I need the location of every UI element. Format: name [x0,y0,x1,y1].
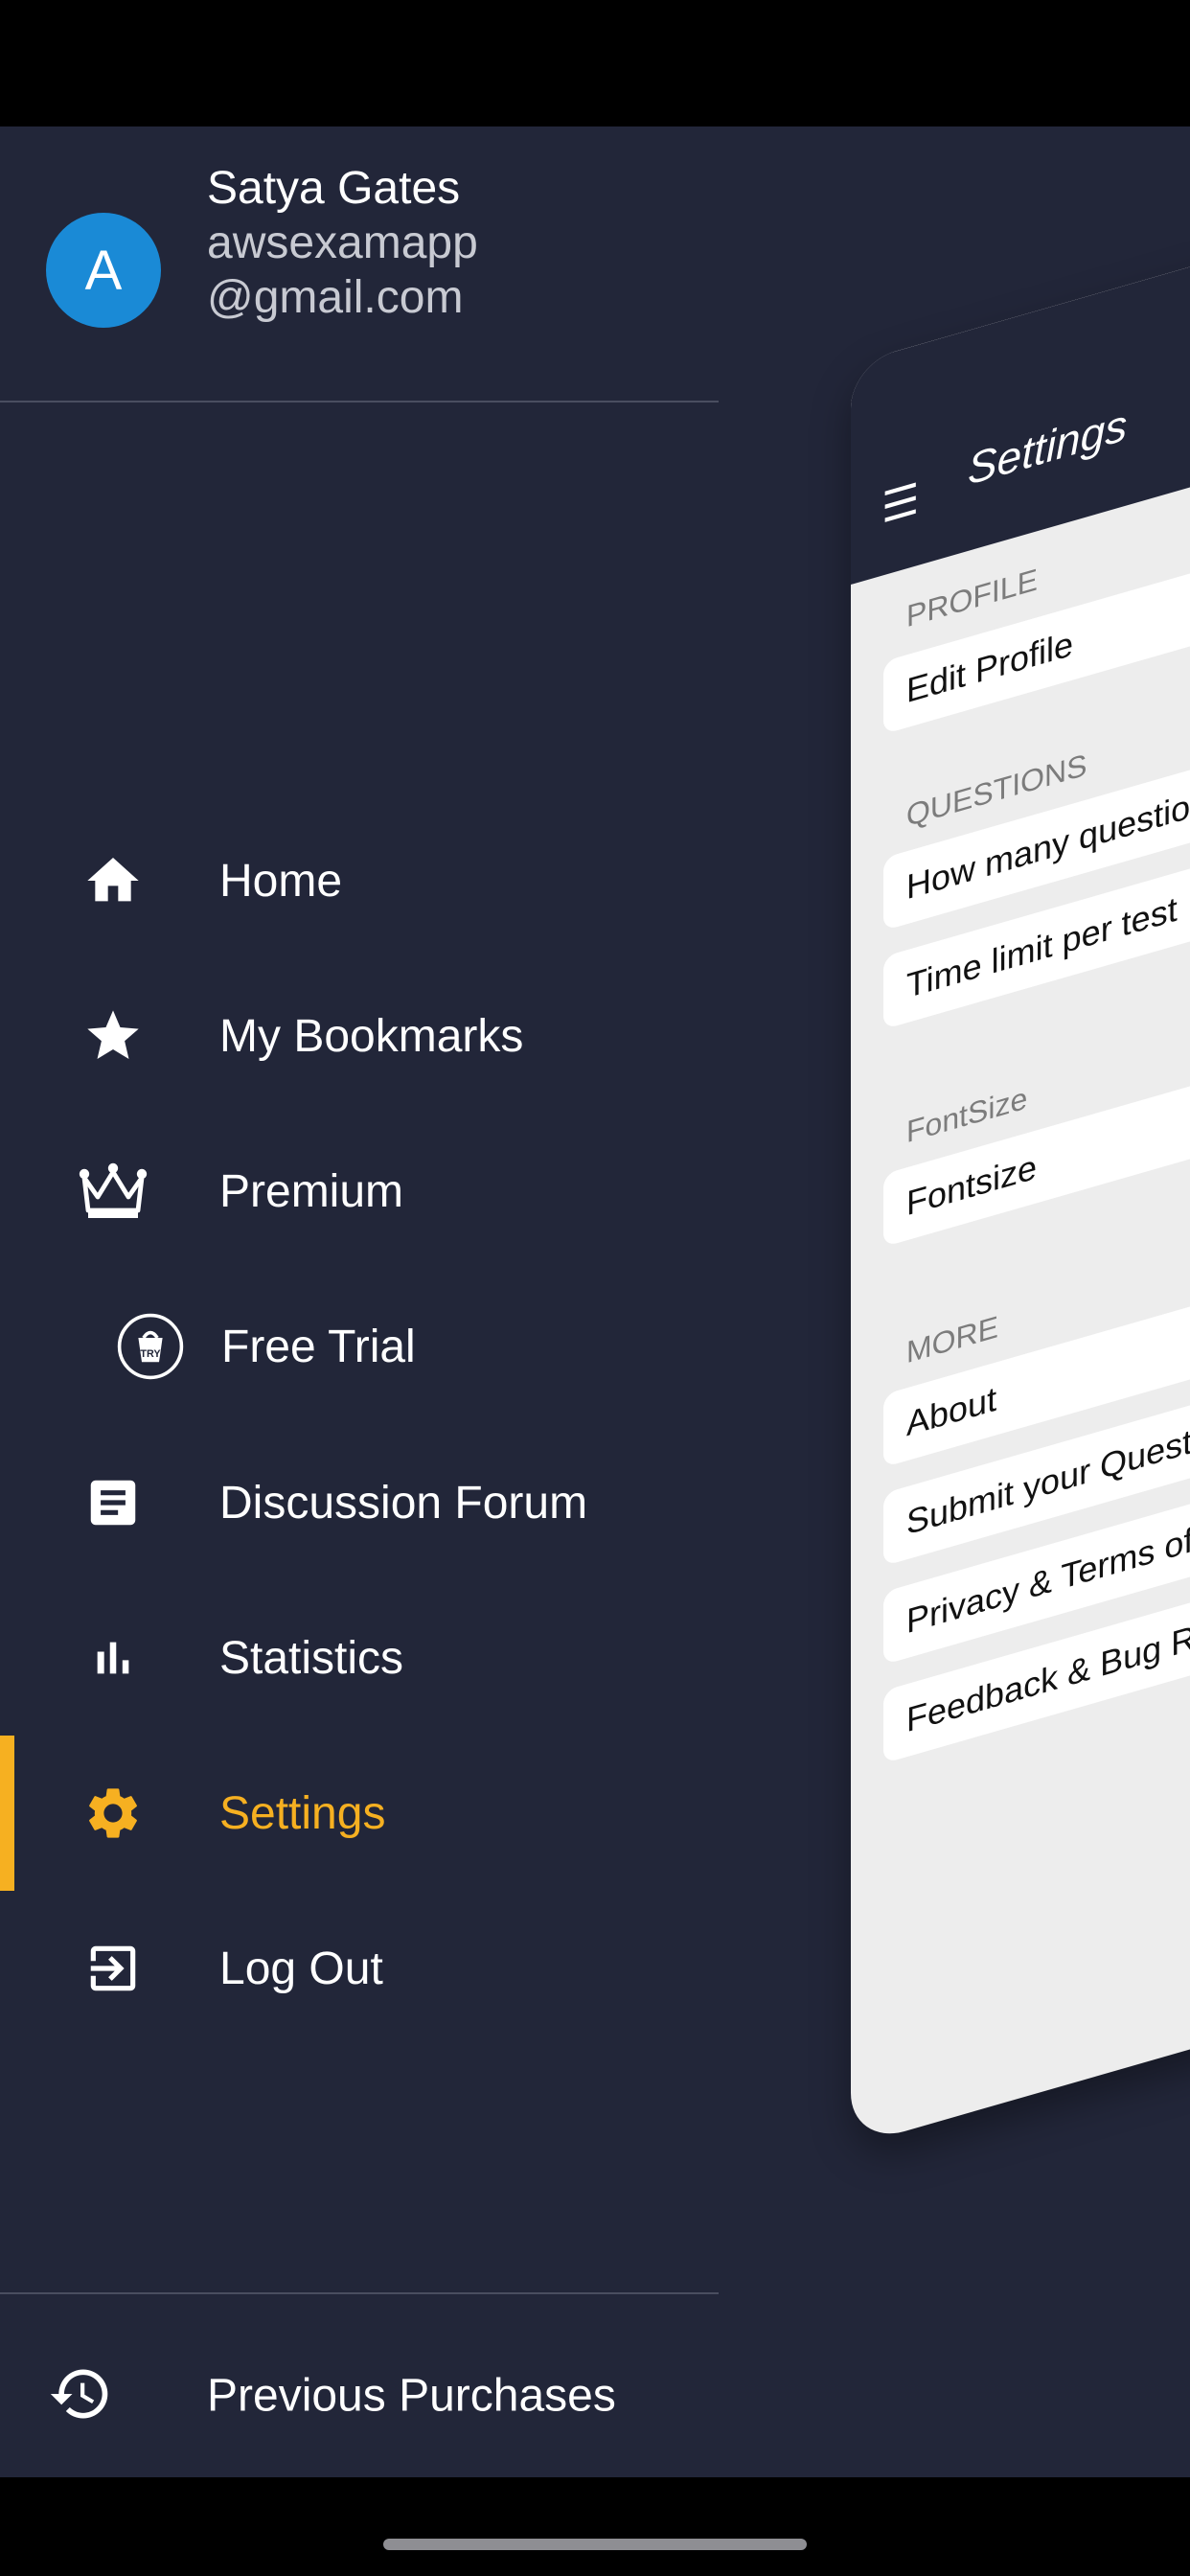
logout-icon [79,1934,148,2003]
section-more: MORE [906,1308,998,1370]
home-indicator[interactable] [383,2539,807,2550]
menu-item-label: Premium [219,1165,404,1217]
menu-item-settings[interactable]: Settings [0,1736,719,1891]
menu-item-label: Statistics [219,1632,404,1684]
menu-item-label: Home [219,855,343,907]
svg-text:TRY: TRY [140,1348,161,1360]
avatar[interactable]: A [46,213,161,328]
about-label: About [906,1378,997,1444]
crown-icon [79,1157,148,1226]
menu-item-label: My Bookmarks [219,1010,524,1062]
menu-item-label: Log Out [219,1943,383,1994]
navigation-drawer: A Satya Gates awsexamapp@gmail.com Home … [0,126,719,2477]
status-bar [0,0,1190,126]
star-icon [79,1001,148,1070]
menu-item-label: Settings [219,1787,386,1839]
menu-item-label: Free Trial [221,1321,416,1372]
menu-item-label: Discussion Forum [219,1477,588,1529]
previous-purchases-button[interactable]: Previous Purchases [0,2319,719,2472]
user-email: awsexamapp@gmail.com [207,218,478,323]
settings-screen-preview[interactable]: ☰ Settings PROFILE Edit Profile QUESTION… [851,210,1190,2242]
bottom-bar [0,2477,1190,2576]
profile-header: A Satya Gates awsexamapp@gmail.com [0,126,719,401]
home-icon [79,846,148,915]
active-indicator [0,1736,14,1891]
footer-divider [0,2292,719,2294]
menu-item-bookmarks[interactable]: My Bookmarks [0,958,719,1114]
gear-icon [79,1779,148,1848]
menu-item-free-trial[interactable]: TRY Free Trial [0,1269,719,1424]
menu-item-home[interactable]: Home [0,803,719,958]
hamburger-menu-icon[interactable]: ☰ [881,474,919,534]
preview-title: Settings [968,399,1128,495]
menu-item-logout[interactable]: Log Out [0,1891,719,2046]
edit-profile-label: Edit Profile [906,623,1074,711]
document-icon [79,1468,148,1537]
user-name: Satya Gates [207,163,461,214]
fontsize-label: Fontsize [906,1146,1038,1224]
menu-item-premium[interactable]: Premium [0,1114,719,1269]
settings-preview-card: ☰ Settings PROFILE Edit Profile QUESTION… [851,210,1190,2147]
profile-divider [0,401,719,402]
try-badge-icon: TRY [116,1312,185,1381]
preview-header: ☰ Settings [851,210,1190,585]
history-icon [48,2361,117,2430]
menu-item-discussion-forum[interactable]: Discussion Forum [0,1425,719,1580]
previous-purchases-label: Previous Purchases [207,2370,616,2422]
menu-item-statistics[interactable]: Statistics [0,1580,719,1736]
bar-chart-icon [79,1623,148,1692]
